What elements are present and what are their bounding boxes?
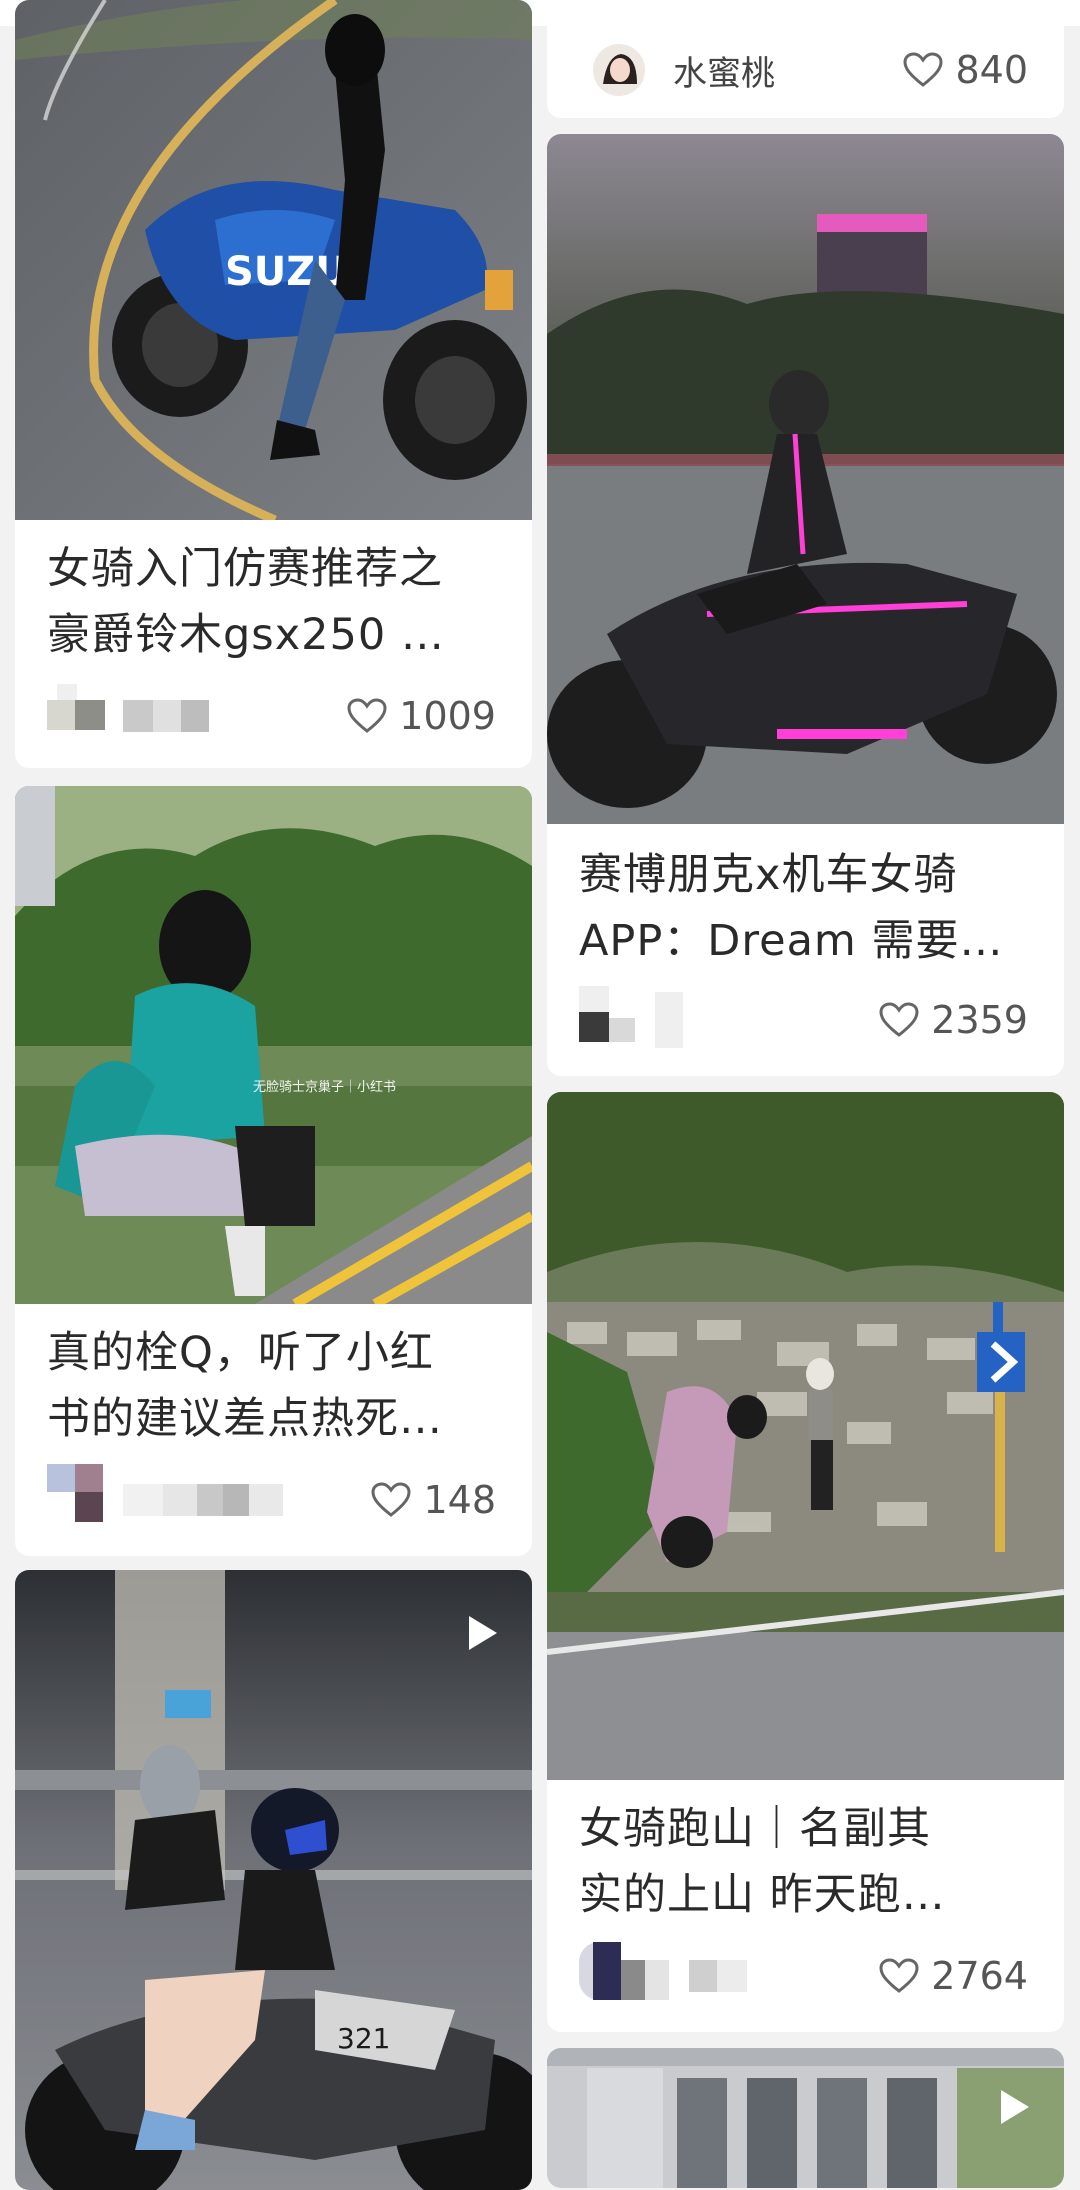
author-name-blurred[interactable] xyxy=(123,1484,283,1516)
author-name-blurred[interactable] xyxy=(123,700,209,732)
svg-text:321: 321 xyxy=(337,2022,390,2055)
note-meta: 148 xyxy=(47,1464,496,1528)
waterfall-feed: SUZU 女骑入门仿赛推荐之 豪爵铃木gsx250 … 1009 水蜜桃 840… xyxy=(0,0,1080,2190)
note-meta: 水蜜桃 840 xyxy=(593,42,1028,98)
heart-outline-icon xyxy=(371,1482,411,1517)
cover-tunnel-motorcycle: 321 xyxy=(15,1570,532,2190)
like-counter[interactable]: 2764 xyxy=(879,1954,1028,1998)
author-avatar[interactable] xyxy=(47,684,105,742)
author-avatar[interactable] xyxy=(47,1464,105,1526)
note-meta: 2764 xyxy=(579,1942,1028,2004)
like-counter[interactable]: 2359 xyxy=(879,998,1028,1042)
note-card[interactable]: 无脸骑士京巢子｜小红书 真的栓Q，听了小红 书的建议差点热死… 148 xyxy=(15,786,532,1556)
card-cover-image[interactable] xyxy=(547,2048,1064,2188)
like-count: 2764 xyxy=(931,1954,1028,1998)
author-name-blurred[interactable] xyxy=(689,1960,747,1992)
card-cover-image[interactable] xyxy=(547,134,1064,824)
cover-building xyxy=(547,2048,1064,2188)
like-counter[interactable]: 1009 xyxy=(347,694,496,738)
note-title[interactable]: 真的栓Q，听了小红 书的建议差点热死… xyxy=(47,1320,500,1452)
author-name-blurred[interactable] xyxy=(655,992,683,1048)
note-card[interactable]: 女骑跑山｜名副其 实的上山 昨天跑… 2764 xyxy=(547,1092,1064,2032)
note-title[interactable]: 女骑跑山｜名副其 实的上山 昨天跑… xyxy=(579,1796,1032,1928)
play-icon[interactable] xyxy=(459,1610,505,1656)
card-cover-image[interactable] xyxy=(547,1092,1064,1780)
note-card[interactable]: 321 xyxy=(15,1570,532,2190)
note-title[interactable]: 赛博朋克x机车女骑 APP：Dream 需要… xyxy=(579,842,1032,974)
cover-mountain-road-crash xyxy=(547,1092,1064,1780)
note-card[interactable]: 水蜜桃 840 xyxy=(547,0,1064,118)
cover-rider-sitting-roadside: 无脸骑士京巢子｜小红书 xyxy=(15,786,532,1304)
heart-outline-icon xyxy=(903,52,943,87)
heart-outline-icon xyxy=(879,1002,919,1037)
like-count: 2359 xyxy=(931,998,1028,1042)
card-cover-image[interactable]: 无脸骑士京巢子｜小红书 xyxy=(15,786,532,1304)
heart-outline-icon xyxy=(879,1958,919,1993)
heart-outline-icon xyxy=(347,698,387,733)
cover-motorcycle-road: SUZU xyxy=(15,0,532,520)
note-card[interactable]: SUZU 女骑入门仿赛推荐之 豪爵铃木gsx250 … 1009 xyxy=(15,0,532,768)
note-title[interactable]: 女骑入门仿赛推荐之 豪爵铃木gsx250 … xyxy=(47,536,500,668)
author-avatar[interactable] xyxy=(593,44,645,96)
svg-text:无脸骑士京巢子｜小红书: 无脸骑士京巢子｜小红书 xyxy=(253,1079,396,1095)
like-count: 840 xyxy=(955,48,1028,92)
like-count: 148 xyxy=(423,1478,496,1522)
note-card[interactable] xyxy=(547,2048,1064,2188)
note-meta: 2359 xyxy=(579,986,1028,1048)
like-count: 1009 xyxy=(399,694,496,738)
like-counter[interactable]: 840 xyxy=(903,48,1028,92)
note-card[interactable]: 赛博朋克x机车女骑 APP：Dream 需要… 2359 xyxy=(547,134,1064,1076)
card-cover-image[interactable]: SUZU xyxy=(15,0,532,520)
cover-cyberpunk-motorcycle xyxy=(547,134,1064,824)
note-meta: 1009 xyxy=(47,684,496,744)
play-icon[interactable] xyxy=(991,2084,1037,2130)
author-name[interactable]: 水蜜桃 xyxy=(673,46,775,95)
author-avatar[interactable] xyxy=(579,1942,669,2002)
author-avatar[interactable] xyxy=(579,986,637,1046)
like-counter[interactable]: 148 xyxy=(371,1478,496,1522)
card-cover-image[interactable]: 321 xyxy=(15,1570,532,2190)
